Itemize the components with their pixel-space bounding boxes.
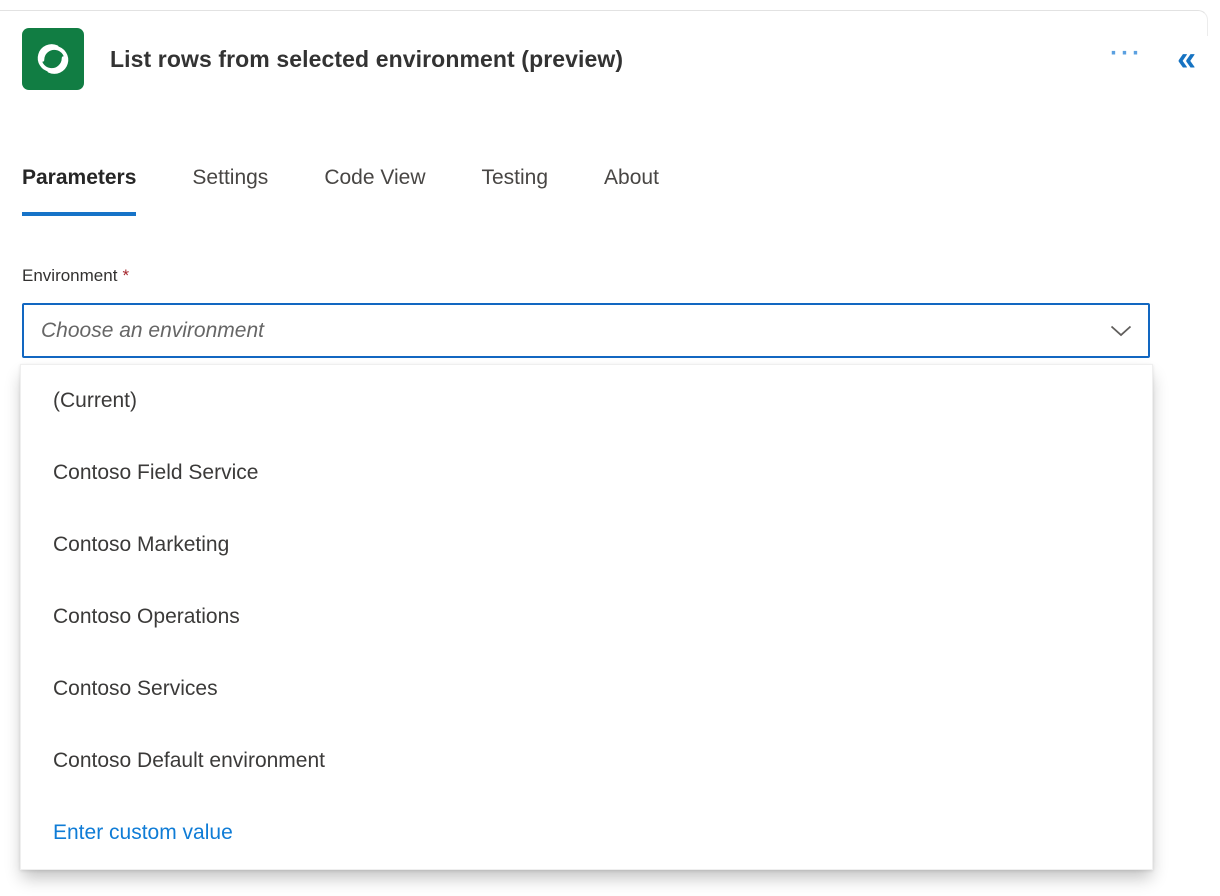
tab-testing[interactable]: Testing (482, 166, 549, 212)
dropdown-option-contoso-marketing[interactable]: Contoso Marketing (21, 509, 1152, 581)
environment-field-label: Environment * (22, 266, 129, 286)
environment-label-text: Environment (22, 266, 117, 285)
action-title: List rows from selected environment (pre… (110, 28, 623, 90)
header-actions: ··· « (1110, 28, 1196, 90)
enter-custom-value-link[interactable]: Enter custom value (21, 797, 1152, 869)
required-marker: * (122, 266, 129, 285)
dropdown-option-contoso-default-environment[interactable]: Contoso Default environment (21, 725, 1152, 797)
action-header: List rows from selected environment (pre… (22, 28, 1196, 90)
chevron-down-icon[interactable] (1110, 325, 1132, 337)
dropdown-option-contoso-services[interactable]: Contoso Services (21, 653, 1152, 725)
ellipsis-icon[interactable]: ··· (1110, 44, 1143, 74)
double-chevron-left-icon[interactable]: « (1177, 42, 1196, 76)
dropdown-option-contoso-field-service[interactable]: Contoso Field Service (21, 437, 1152, 509)
tab-code-view[interactable]: Code View (324, 166, 425, 212)
dropdown-option-current[interactable]: (Current) (21, 365, 1152, 437)
environment-combobox[interactable]: Choose an environment (22, 303, 1150, 358)
action-panel: List rows from selected environment (pre… (0, 0, 1220, 896)
tab-settings[interactable]: Settings (192, 166, 268, 212)
environment-dropdown-list: (Current) Contoso Field Service Contoso … (20, 364, 1153, 870)
tab-about[interactable]: About (604, 166, 659, 212)
environment-combobox-placeholder: Choose an environment (41, 319, 1102, 343)
tab-parameters[interactable]: Parameters (22, 166, 136, 216)
tab-strip: Parameters Settings Code View Testing Ab… (22, 166, 1196, 216)
dropdown-option-contoso-operations[interactable]: Contoso Operations (21, 581, 1152, 653)
dataverse-icon (22, 28, 84, 90)
